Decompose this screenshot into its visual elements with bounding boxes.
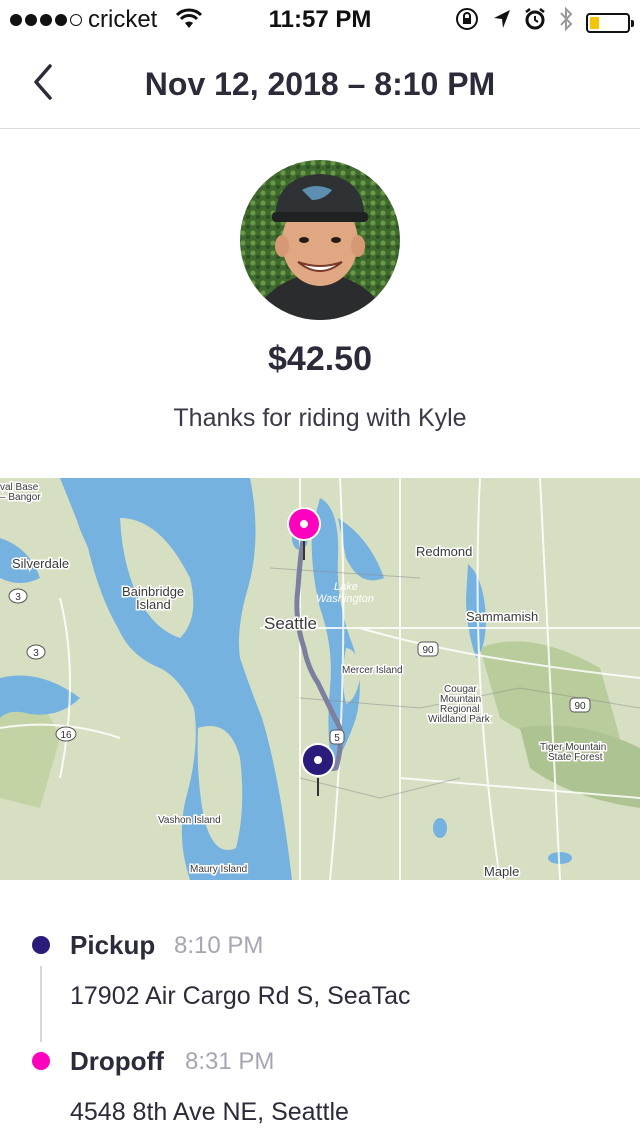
dropoff-dot-icon [32, 1052, 50, 1070]
svg-text:3: 3 [15, 592, 21, 603]
dropoff-time: 8:31 PM [185, 1048, 275, 1075]
map-label-vashon: Vashon Island [158, 815, 221, 826]
map-label-washington: Washington [316, 593, 374, 605]
svg-text:5: 5 [334, 733, 340, 744]
status-bar: cricket 11:57 PM [0, 0, 640, 40]
highway-shield-90b: 90 [569, 697, 591, 713]
orientation-lock-icon [454, 6, 480, 39]
map-label-tiger-2: State Forest [548, 752, 603, 763]
pickup-address: 17902 Air Cargo Rd S, SeaTac [70, 982, 411, 1010]
map-label-sammamish: Sammamish [466, 609, 538, 624]
navigation-bar: Nov 12, 2018 – 8:10 PM [0, 40, 640, 129]
map-label-cougar-4: Wildland Park [428, 714, 491, 725]
location-arrow-icon [492, 8, 512, 37]
svg-text:90: 90 [422, 645, 434, 656]
highway-shield-3b: 3 [26, 644, 46, 660]
timeline-connector [40, 966, 42, 1042]
pickup-time: 8:10 PM [174, 932, 264, 959]
map-label-maury: Maury Island [190, 864, 247, 875]
pickup-label: Pickup [70, 930, 156, 960]
highway-shield-16: 16 [55, 726, 77, 742]
map-label-lake: Lake [334, 581, 358, 593]
map-label-silverdale: Silverdale [12, 556, 69, 571]
map-label-redmond: Redmond [416, 544, 472, 559]
thanks-message: Thanks for riding with Kyle [173, 404, 467, 432]
pickup-dot-icon [32, 936, 50, 954]
alarm-icon [524, 7, 546, 38]
map-label-bangor: – Bangor [0, 492, 41, 503]
map-label-island: Island [136, 597, 171, 612]
page-title: Nov 12, 2018 – 8:10 PM [144, 66, 496, 102]
svg-text:16: 16 [60, 730, 72, 741]
highway-shield-90: 90 [417, 641, 439, 657]
fare-amount: $42.50 [268, 340, 372, 378]
battery-level [590, 16, 599, 29]
driver-avatar [240, 160, 400, 320]
map-label-mercer-island: Mercer Island [342, 665, 403, 676]
battery-icon [586, 12, 634, 33]
highway-shield-5: 5 [329, 729, 345, 745]
highway-shield-3a: 3 [8, 588, 28, 604]
map-label-seattle: Seattle [264, 614, 317, 633]
svg-text:3: 3 [33, 648, 39, 659]
dropoff-label: Dropoff [70, 1046, 164, 1076]
map-canvas: 3 3 16 90 90 5 val Base – Bangor Silverd… [0, 478, 640, 880]
bluetooth-icon [558, 6, 574, 39]
svg-text:90: 90 [574, 701, 586, 712]
route-map[interactable]: 3 3 16 90 90 5 val Base – Bangor Silverd… [0, 478, 640, 880]
dropoff-address: 4548 8th Ave NE, Seattle [70, 1098, 349, 1126]
map-label-maple: Maple [484, 864, 519, 879]
